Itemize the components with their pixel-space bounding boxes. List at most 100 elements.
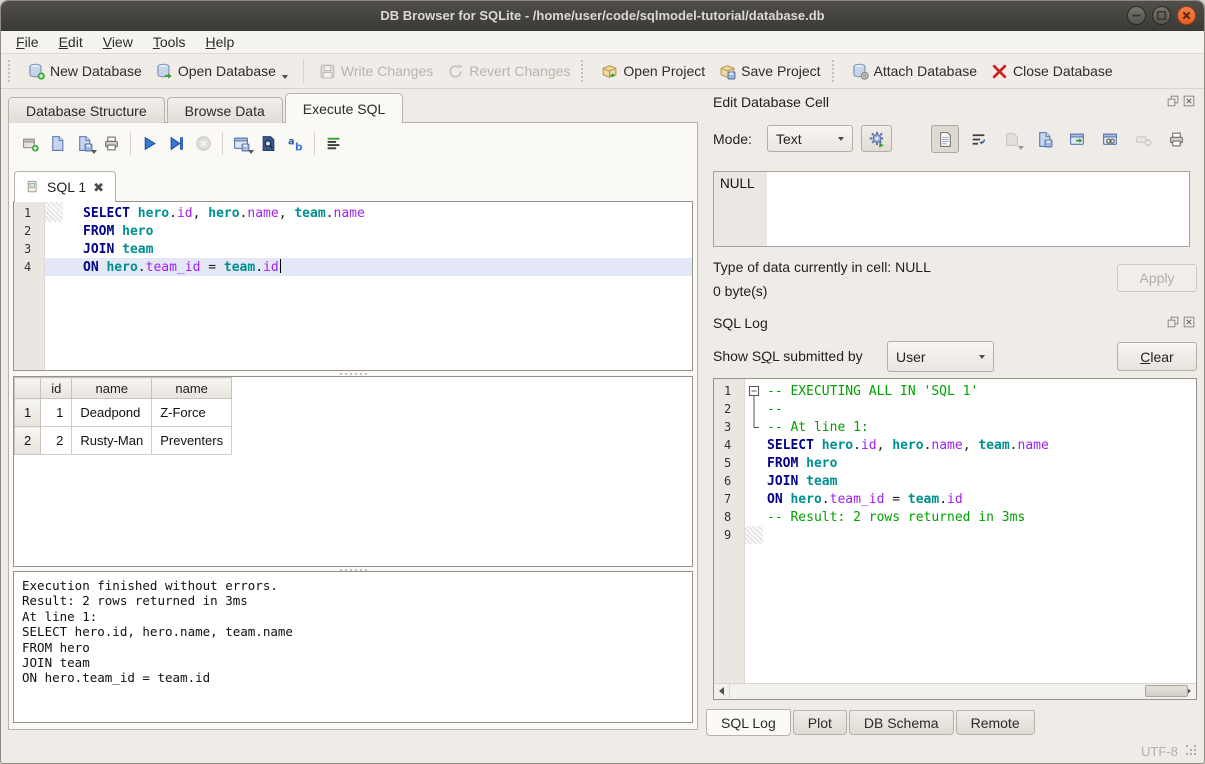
save-sql-file-button[interactable] (71, 130, 98, 156)
mode-select[interactable]: Text (767, 125, 853, 152)
new-sql-tab-button[interactable] (17, 130, 44, 156)
minimize-button[interactable] (1127, 6, 1146, 25)
code-line: 4ON hero.team_id = team.id (14, 258, 692, 276)
table-cell[interactable]: Z-Force (152, 399, 232, 427)
save-project-button[interactable]: Save Project (712, 59, 827, 84)
tab-execute-sql[interactable]: Execute SQL (285, 93, 404, 123)
open-database-button[interactable]: Open Database (149, 59, 295, 84)
toolbar-button-label: Revert Changes (469, 63, 570, 79)
scrollbar-thumb[interactable] (1145, 685, 1188, 697)
print-sql-icon (103, 135, 120, 152)
table-cell[interactable]: 2 (41, 427, 72, 455)
column-header-id[interactable]: id (41, 378, 72, 399)
link-cell-icon (1102, 131, 1119, 148)
tab-browse-data[interactable]: Browse Data (167, 97, 283, 123)
export-cell-button[interactable] (1063, 125, 1091, 153)
table-cell[interactable]: 1 (41, 399, 72, 427)
float-panel-button[interactable] (1167, 316, 1179, 328)
code-line: 1-- EXECUTING ALL IN 'SQL 1' (714, 382, 1196, 400)
menu-tools[interactable]: Tools (143, 32, 196, 52)
find-button[interactable] (255, 130, 282, 156)
sql-log-panel-title: SQL Log (713, 315, 768, 331)
dock-tab-db-schema[interactable]: DB Schema (849, 710, 954, 735)
open-sql-file-button[interactable] (44, 130, 71, 156)
chevron-down-icon (282, 75, 288, 79)
toolbar-drag-handle[interactable] (8, 60, 15, 82)
close-tab-icon[interactable]: ✖ (93, 181, 104, 194)
word-wrap-button[interactable] (964, 125, 992, 153)
column-header-name[interactable]: name (152, 378, 232, 399)
table-cell[interactable]: Preventers (152, 427, 232, 455)
code-line: 4SELECT hero.id, hero.name, team.name (714, 436, 1196, 454)
find-icon (260, 135, 277, 152)
toolbar-separator (222, 132, 223, 155)
clear-button[interactable]: Clear (1117, 342, 1197, 371)
text-cursor (280, 259, 282, 273)
sql-editor[interactable]: 1SELECT hero.id, hero.name, team.name2FR… (13, 201, 693, 371)
close-database-icon (991, 63, 1008, 80)
title-bar[interactable]: DB Browser for SQLite - /home/user/code/… (1, 1, 1204, 32)
horizontal-scrollbar[interactable] (714, 683, 1196, 699)
grid-corner-header[interactable] (15, 378, 41, 399)
dock-tab-plot[interactable]: Plot (793, 710, 847, 735)
results-table[interactable]: idnamename11DeadpondZ-Force22Rusty-ManPr… (14, 377, 232, 455)
execute-line-button[interactable] (163, 130, 190, 156)
gear-run-icon (868, 130, 886, 148)
toolbar-button-label: Attach Database (874, 63, 978, 79)
row-number[interactable]: 2 (15, 427, 41, 455)
fold-margin-cell (745, 436, 763, 454)
code-text: SELECT hero.id, hero.name, team.name (63, 206, 365, 221)
menu-view[interactable]: View (93, 32, 143, 52)
row-number[interactable]: 1 (15, 399, 41, 427)
attach-database-button[interactable]: Attach Database (845, 59, 985, 84)
close-database-button[interactable]: Close Database (984, 59, 1120, 84)
maximize-button[interactable] (1152, 6, 1171, 25)
tab-database-structure[interactable]: Database Structure (8, 97, 165, 123)
float-panel-button[interactable] (1167, 95, 1179, 107)
print-sql-button[interactable] (98, 130, 125, 156)
sql-log-dock-buttons (1167, 316, 1195, 328)
mode-label: Mode: (713, 131, 752, 147)
line-number: 2 (14, 224, 45, 238)
sql-log-view[interactable]: 1-- EXECUTING ALL IN 'SQL 1'2--3-- At li… (713, 378, 1197, 700)
autocomplete-button[interactable]: ab (282, 130, 309, 156)
auto-apply-settings-button[interactable] (861, 125, 892, 152)
cell-value-editor[interactable]: NULL (713, 171, 1190, 247)
dock-tab-sql-log[interactable]: SQL Log (706, 709, 791, 736)
main-toolbar: New DatabaseOpen Database Write Changes Re… (1, 54, 1204, 89)
toolbar-drag-handle[interactable] (832, 60, 839, 82)
column-header-name[interactable]: name (72, 378, 152, 399)
resize-grip[interactable] (1186, 745, 1198, 757)
write-changes-button: Write Changes (312, 59, 440, 84)
table-cell[interactable]: Deadpond (72, 399, 152, 427)
menu-edit[interactable]: Edit (49, 32, 93, 52)
scroll-left-arrow[interactable] (714, 684, 730, 698)
code-text: ON hero.team_id = team.id (63, 259, 281, 275)
tab-sql-1[interactable]: SQL 1✖ (14, 171, 116, 202)
export-results-button[interactable] (228, 130, 255, 156)
save-file-button[interactable] (1030, 125, 1058, 153)
open-project-button[interactable]: Open Project (594, 59, 712, 84)
menu-file[interactable]: File (6, 32, 49, 52)
toolbar-drag-handle[interactable] (581, 60, 588, 82)
line-number: 8 (714, 510, 745, 524)
code-text: JOIN team (63, 242, 153, 257)
print-cell-button[interactable] (1162, 125, 1190, 153)
submitted-by-select[interactable]: User (887, 341, 994, 372)
menu-help[interactable]: Help (196, 32, 245, 52)
text-mode-button[interactable] (931, 125, 959, 153)
table-cell[interactable]: Rusty-Man (72, 427, 152, 455)
dock-tab-remote[interactable]: Remote (956, 710, 1035, 735)
format-sql-button[interactable] (320, 130, 347, 156)
link-cell-button[interactable] (1096, 125, 1124, 153)
editor-lines: 1SELECT hero.id, hero.name, team.name2FR… (14, 204, 692, 276)
execution-output[interactable]: Execution finished without errors.Result… (13, 571, 693, 723)
close-button[interactable] (1177, 6, 1196, 25)
execute-all-button[interactable] (136, 130, 163, 156)
close-panel-button[interactable] (1183, 316, 1195, 328)
new-database-button[interactable]: New Database (21, 59, 149, 84)
close-panel-button[interactable] (1183, 95, 1195, 107)
results-grid-area[interactable]: idnamename11DeadpondZ-Force22Rusty-ManPr… (13, 376, 693, 567)
fold-marker[interactable] (745, 382, 763, 400)
code-text: FROM hero (763, 456, 837, 471)
